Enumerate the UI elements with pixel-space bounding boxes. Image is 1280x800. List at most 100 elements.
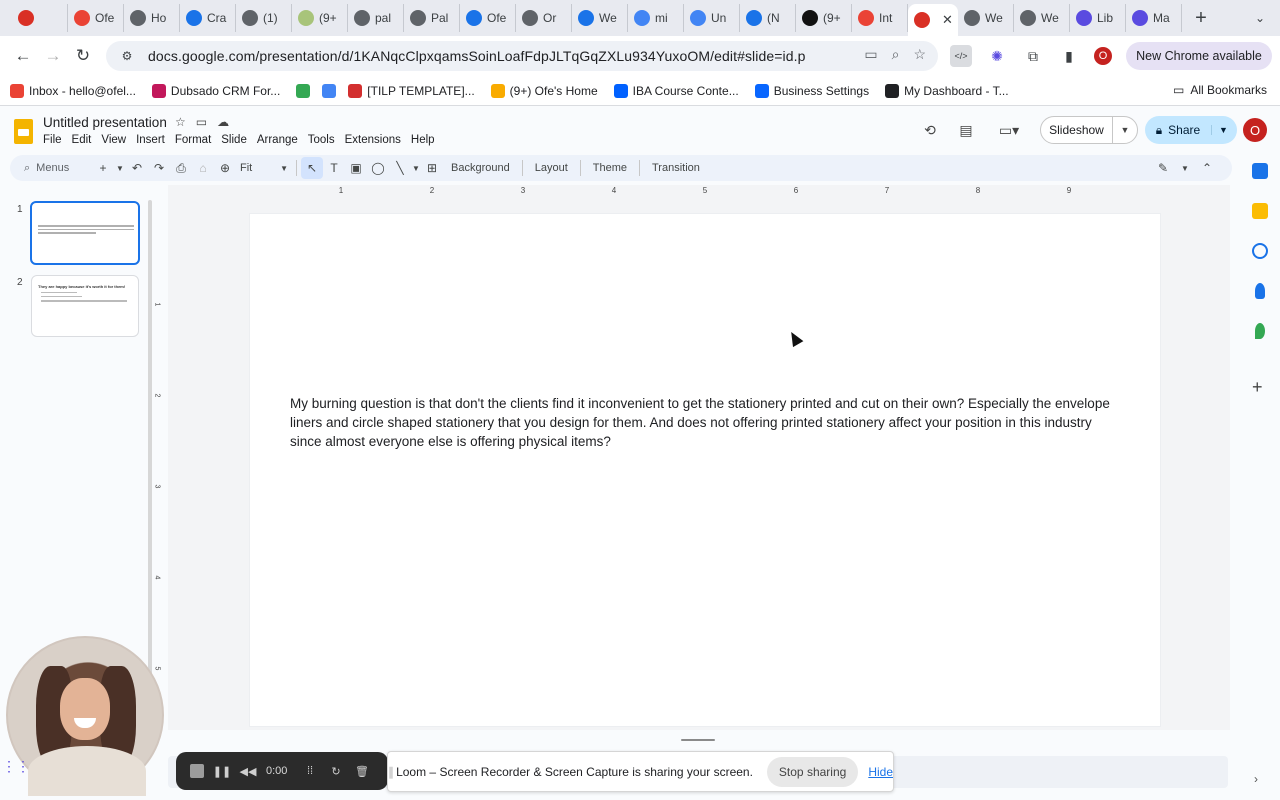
site-settings-icon[interactable]: ⚙ xyxy=(118,47,136,65)
menu-arrange[interactable]: Arrange xyxy=(257,134,298,146)
slideshow-button[interactable]: Slideshow ▼ xyxy=(1040,116,1138,144)
menu-slide[interactable]: Slide xyxy=(221,134,247,146)
hide-link[interactable]: Hide xyxy=(868,765,893,779)
restart-icon[interactable]: ◀◀ xyxy=(240,763,257,779)
menu-edit[interactable]: Edit xyxy=(72,134,92,146)
drag-handle-icon[interactable]: ⁞⁞ xyxy=(302,763,318,779)
meet-icon[interactable]: ▭▾ xyxy=(994,120,1024,140)
url-text[interactable]: docs.google.com/presentation/d/1KANqcClp… xyxy=(148,48,806,64)
image-icon[interactable]: ▣ xyxy=(345,157,367,179)
line-dropdown-icon[interactable]: ▼ xyxy=(411,157,421,179)
zoom-icon[interactable]: ⊕ xyxy=(214,157,236,179)
stop-sharing-button[interactable]: Stop sharing xyxy=(766,756,859,787)
version-history-icon[interactable]: ⟲ xyxy=(920,120,940,140)
filmstrip-scrollbar[interactable] xyxy=(148,200,152,730)
document-title[interactable]: Untitled presentation xyxy=(43,115,167,130)
share-dropdown-icon[interactable]: ▼ xyxy=(1211,125,1235,135)
tab-search-chevron-icon[interactable]: ⌄ xyxy=(1248,6,1272,30)
browser-tab[interactable]: (1) xyxy=(236,4,292,32)
menu-tools[interactable]: Tools xyxy=(308,134,335,146)
slide-thumbnail-1[interactable] xyxy=(30,201,140,265)
browser-tab[interactable]: Or xyxy=(516,4,572,32)
loom-drag-dots-icon[interactable]: ⋮⋮ xyxy=(2,758,30,775)
notification-grip-icon[interactable]: ∥ xyxy=(388,765,394,779)
pen-mode-icon[interactable]: ✎ xyxy=(1152,157,1174,179)
back-arrow-icon[interactable]: ← xyxy=(8,41,38,71)
slides-logo-icon[interactable] xyxy=(14,119,33,144)
forward-arrow-icon[interactable]: → xyxy=(38,41,68,71)
menu-insert[interactable]: Insert xyxy=(136,134,165,146)
bookmark-item[interactable]: Business Settings xyxy=(754,83,869,98)
new-tab-icon[interactable]: + xyxy=(1188,5,1214,31)
pause-icon[interactable]: ❚❚ xyxy=(213,763,231,779)
maps-icon[interactable] xyxy=(1255,323,1265,339)
paint-format-icon[interactable]: ⌂ xyxy=(192,157,214,179)
background-button[interactable]: Background xyxy=(443,162,518,174)
browser-tab[interactable]: Ma xyxy=(1126,4,1182,32)
slide-thumbnail-2[interactable]: They are happy because it's worth it for… xyxy=(31,275,139,337)
star-icon[interactable]: ☆ xyxy=(175,115,186,129)
browser-tab[interactable]: (9+ xyxy=(796,4,852,32)
reload-icon[interactable]: ↻ xyxy=(68,41,98,71)
calendar-icon[interactable] xyxy=(1252,163,1268,179)
tasks-icon[interactable] xyxy=(1252,243,1268,259)
browser-tab[interactable]: (N xyxy=(740,4,796,32)
browser-tab[interactable]: We xyxy=(958,4,1014,32)
bookmark-item[interactable]: My Dashboard - T... xyxy=(885,83,1009,98)
browser-tab[interactable]: (9+ xyxy=(292,4,348,32)
bookmark-item[interactable] xyxy=(296,83,311,98)
select-cursor-icon[interactable]: ↖ xyxy=(301,157,323,179)
profile-avatar[interactable]: O xyxy=(1094,47,1112,65)
bookmark-item[interactable]: IBA Course Conte... xyxy=(613,83,739,98)
bookmark-item[interactable]: [TILP TEMPLATE]... xyxy=(348,83,475,98)
bookmark-star-icon[interactable]: ☆ xyxy=(913,46,926,63)
share-button[interactable]: 🔒︎ Share ▼ xyxy=(1145,116,1237,144)
bookmark-item[interactable] xyxy=(322,83,337,98)
camera-icon[interactable]: ▭ xyxy=(864,46,877,63)
redo-icon[interactable]: ↷ xyxy=(148,157,170,179)
puzzle-icon[interactable]: ⧉ xyxy=(1022,45,1044,67)
theme-button[interactable]: Theme xyxy=(585,162,635,174)
browser-tab[interactable]: Ho xyxy=(124,4,180,32)
browser-tab[interactable]: Cra xyxy=(180,4,236,32)
transition-button[interactable]: Transition xyxy=(644,162,708,174)
slideshow-label[interactable]: Slideshow xyxy=(1041,116,1113,144)
menus-search[interactable]: ⌕ Menus xyxy=(10,162,92,175)
browser-tab[interactable]: mi xyxy=(628,4,684,32)
redo-recording-icon[interactable]: ↻ xyxy=(328,763,344,779)
new-chrome-button[interactable]: New Chrome available xyxy=(1126,42,1272,70)
browser-tab[interactable]: We xyxy=(1014,4,1070,32)
menu-format[interactable]: Format xyxy=(175,134,211,146)
browser-tab[interactable]: Pal xyxy=(404,4,460,32)
address-bar[interactable]: ⚙ docs.google.com/presentation/d/1KANqcC… xyxy=(106,41,938,71)
keep-icon[interactable] xyxy=(1252,203,1268,219)
collapse-toolbar-icon[interactable]: ⌃ xyxy=(1196,157,1218,179)
slide-text-box[interactable]: My burning question is that don't the cl… xyxy=(290,394,1110,452)
new-slide-icon[interactable]: + xyxy=(92,157,114,179)
contacts-icon[interactable] xyxy=(1255,283,1265,299)
browser-tab[interactable]: ✕ xyxy=(908,4,958,36)
browser-tab[interactable]: Int xyxy=(852,4,908,32)
stop-recording-icon[interactable] xyxy=(190,764,204,778)
insert-comment-icon[interactable]: ⊞ xyxy=(421,157,443,179)
bookmark-item[interactable]: Inbox - hello@ofel... xyxy=(10,83,136,98)
delete-icon[interactable]: 🗑︎ xyxy=(354,763,370,779)
close-tab-icon[interactable]: ✕ xyxy=(942,12,953,28)
browser-tab[interactable]: Ofe xyxy=(68,4,124,32)
shape-icon[interactable]: ◯ xyxy=(367,157,389,179)
browser-tab[interactable]: Un xyxy=(684,4,740,32)
menu-extensions[interactable]: Extensions xyxy=(345,134,401,146)
account-avatar[interactable]: O xyxy=(1243,118,1267,142)
text-box-icon[interactable]: T xyxy=(323,157,345,179)
browser-tab[interactable]: pal xyxy=(348,4,404,32)
speaker-notes-handle[interactable] xyxy=(681,739,715,741)
spark-extension-icon[interactable]: ✺ xyxy=(986,45,1008,67)
menu-view[interactable]: View xyxy=(101,134,126,146)
new-slide-dropdown-icon[interactable]: ▼ xyxy=(114,157,126,179)
bookmark-item[interactable]: (9+) Ofe's Home xyxy=(490,83,598,98)
add-addon-icon[interactable]: + xyxy=(1252,377,1263,398)
zoom-icon[interactable]: ⌕ xyxy=(892,46,900,63)
menu-help[interactable]: Help xyxy=(411,134,435,146)
layout-button[interactable]: Layout xyxy=(527,162,576,174)
print-icon[interactable]: ⎙ xyxy=(170,157,192,179)
